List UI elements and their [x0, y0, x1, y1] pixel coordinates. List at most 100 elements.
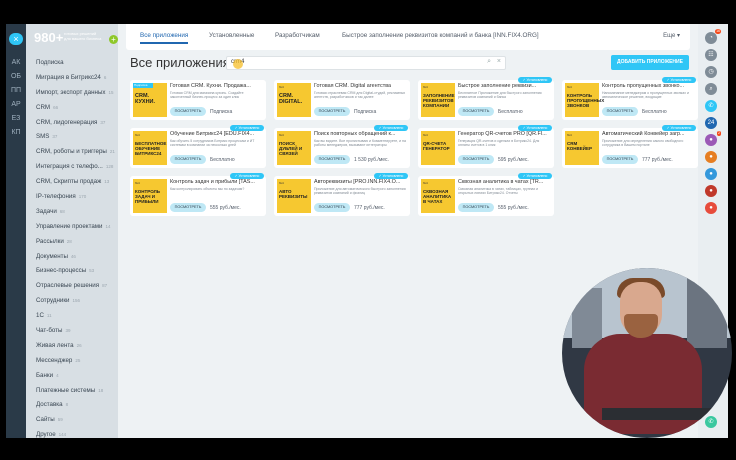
app-card[interactable]: fix4 Поиск дублей и связей Поиск повторных…	[274, 125, 410, 168]
strip-icon[interactable]: АК	[9, 58, 23, 68]
app-card[interactable]: fix4 Контроль пропущенных звонков Контроль…	[562, 77, 698, 120]
strip-icon[interactable]: ОБ	[9, 72, 23, 82]
app-card[interactable]: fix4 CRM конвейер Автоматический Конвейер …	[562, 125, 698, 168]
menu-item[interactable]: Подписка	[36, 56, 116, 71]
menu-item[interactable]: Сотрудники 156	[36, 294, 116, 309]
menu-item[interactable]: 1С 11	[36, 309, 116, 324]
avatar-icon-3[interactable]: ●	[705, 168, 717, 180]
app-title[interactable]: Автоматический Конвейер загр...	[602, 131, 694, 137]
app-title[interactable]: Сквозная аналитика в чатах [TR...	[458, 179, 550, 185]
notification-icon[interactable]: ◔ 16	[705, 29, 721, 44]
app-thumbnail[interactable]: fix4ПодпискаCRM. Кухни.	[133, 83, 167, 117]
view-button[interactable]: Посмотреть	[314, 203, 350, 212]
strip-icon[interactable]: ЕЗ	[9, 114, 23, 124]
app-card[interactable]: fix4 Заполнение реквизитов компании Быстро…	[418, 77, 554, 120]
app-thumbnail[interactable]: fix4 Бесплатное обучение Битрикс24	[133, 131, 167, 165]
menu-item[interactable]: Задачи 68	[36, 205, 116, 220]
menu-item[interactable]: Другое 144	[36, 428, 116, 438]
menu-item[interactable]: Банки 4	[36, 369, 116, 384]
market-promo[interactable]: 980+ готовых решений для вашего бизнеса …	[34, 30, 118, 52]
menu-item[interactable]: Платежные системы 18	[36, 384, 116, 399]
clear-icon[interactable]: ×	[497, 58, 501, 65]
menu-item[interactable]: IP-телефония 170	[36, 190, 116, 205]
app-title[interactable]: Контроль пропущенных звонко...	[602, 83, 694, 89]
app-thumbnail[interactable]: fix4 Авто реквизиты	[277, 179, 311, 213]
app-title[interactable]: Обучение Битрикс24 [EDU.FIX4...	[170, 131, 262, 137]
app-card[interactable]: fix4 Авто реквизиты Автореквизиты [PRO.INN…	[274, 173, 410, 216]
menu-item[interactable]: Интеграция с телефо... 128	[36, 160, 116, 175]
menu-item[interactable]: Чат-боты 39	[36, 324, 116, 339]
view-button[interactable]: Посмотреть	[170, 203, 206, 212]
app-card[interactable]: fix4 CRM. Digital. Готовая CRM. Digital аг…	[274, 80, 410, 120]
view-button[interactable]: Посмотреть	[314, 155, 350, 164]
menu-item[interactable]: Бизнес-процессы 53	[36, 264, 116, 279]
menu-item[interactable]: CRM, Скрипты продаж 13	[36, 175, 116, 190]
timer-icon[interactable]: ◷	[705, 66, 717, 78]
menu-item[interactable]: Управление проектами 14	[36, 220, 116, 235]
app-title[interactable]: Генератор QR-счетов PRO [QR.FI...	[458, 131, 550, 137]
app-thumbnail[interactable]: fix4 CRM. Digital.	[277, 83, 311, 117]
app-thumbnail[interactable]: fix4 Контроль пропущенных звонков	[565, 83, 604, 117]
tab-all-apps[interactable]: Все приложения	[140, 32, 189, 44]
app-title[interactable]: Быстрое заполнение реквизи...	[458, 83, 550, 89]
avatar-icon-2[interactable]: ●	[705, 151, 717, 163]
search-icon[interactable]: ⌕	[487, 58, 491, 66]
menu-item[interactable]: Живая лента 26	[36, 339, 116, 354]
search-input[interactable]: crm4 ⌕ ×	[226, 56, 506, 70]
add-icon[interactable]: +	[109, 35, 118, 44]
app-thumbnail[interactable]: fix4 Контроль задач и прибыли	[133, 179, 167, 213]
add-app-button[interactable]: Добавить приложение	[611, 55, 689, 70]
view-button[interactable]: Посмотреть	[314, 107, 350, 116]
menu-toggle-icon[interactable]: ×	[9, 33, 23, 45]
app-card[interactable]: fix4ПодпискаCRM. Кухни.Готовая CRM. Кухн…	[130, 80, 266, 120]
strip-icon[interactable]: КП	[9, 128, 23, 138]
menu-item[interactable]: Документы 46	[36, 250, 116, 265]
strip-icon[interactable]: АР	[9, 100, 23, 110]
star-icon[interactable]: ☆	[216, 58, 224, 69]
app-thumbnail[interactable]: fix4 Заполнение реквизитов компании	[421, 83, 455, 117]
app-thumbnail[interactable]: fix4 Сквозная аналитика в чатах	[421, 179, 455, 213]
menu-item[interactable]: Отраслевые решения 87	[36, 279, 116, 294]
menu-item[interactable]: CRM, роботы и триггеры 21	[36, 145, 116, 160]
view-button[interactable]: Посмотреть	[602, 155, 638, 164]
app-title[interactable]: Автореквизиты [PRO.INN.FIX4.O...	[314, 179, 406, 185]
view-button[interactable]: Посмотреть	[458, 107, 494, 116]
app-card[interactable]: fix4 Бесплатное обучение Битрикс24 Обучени…	[130, 125, 266, 168]
avatar-icon-4[interactable]: ●	[705, 185, 717, 197]
app-title[interactable]: Поиск повторных обращений к...	[314, 131, 406, 137]
tabs-more-button[interactable]: Еще ▾	[663, 32, 680, 39]
menu-item[interactable]: Миграция в Битрикс24 6	[36, 71, 116, 86]
menu-item[interactable]: Мессенджер 25	[36, 354, 116, 369]
menu-item[interactable]: Импорт, экспорт данных 15	[36, 86, 116, 101]
tab-installed[interactable]: Установленные	[209, 32, 254, 39]
app-thumbnail[interactable]: fix4 Поиск дублей и связей	[277, 131, 311, 165]
menu-item[interactable]: CRM, лидогенерация 37	[36, 116, 116, 131]
avatar-icon-5[interactable]: ●	[705, 202, 717, 214]
view-button[interactable]: Посмотреть	[170, 107, 206, 116]
app-card[interactable]: fix4 Контроль задач и прибыли Контроль зад…	[130, 173, 266, 216]
app-title[interactable]: Готовая CRM. Digital агентства	[314, 83, 406, 89]
app-title[interactable]: Контроль задач и прибыли [TAS...	[170, 179, 262, 185]
view-button[interactable]: Посмотреть	[458, 203, 494, 212]
strip-icon[interactable]: ПП	[9, 86, 23, 96]
bitrix24-icon[interactable]: 24	[705, 117, 717, 129]
menu-item[interactable]: SMS 37	[36, 130, 116, 145]
app-card[interactable]: fix4 Сквозная аналитика в чатах Сквозная а…	[418, 173, 554, 216]
chat-icon[interactable]: ✆	[705, 100, 717, 112]
menu-item[interactable]: Сайты 59	[36, 413, 116, 428]
view-button[interactable]: Посмотреть	[170, 155, 206, 164]
menu-item[interactable]: CRM 66	[36, 101, 116, 116]
app-card[interactable]: fix4 QR-счета генератор Генератор QR-счето…	[418, 125, 554, 168]
avatar-icon[interactable]: ● 2	[705, 131, 721, 146]
app-thumbnail[interactable]: fix4 CRM конвейер	[565, 131, 599, 165]
view-button[interactable]: Посмотреть	[458, 155, 494, 164]
tab-developers[interactable]: Разработчикам	[275, 32, 320, 39]
search-icon[interactable]: ⌕	[705, 83, 717, 95]
app-thumbnail[interactable]: fix4 QR-счета генератор	[421, 131, 455, 165]
calendar-icon[interactable]: ☷	[705, 49, 717, 61]
menu-item[interactable]: Рассылки 28	[36, 235, 116, 250]
view-button[interactable]: Посмотреть	[602, 107, 638, 116]
app-title[interactable]: Готовая CRM. Кухни. Продажа...	[170, 83, 262, 89]
menu-item[interactable]: Доставка 8	[36, 398, 116, 413]
tab-inn-fix4[interactable]: Быстрое заполнение реквизитов компаний и…	[342, 32, 539, 39]
